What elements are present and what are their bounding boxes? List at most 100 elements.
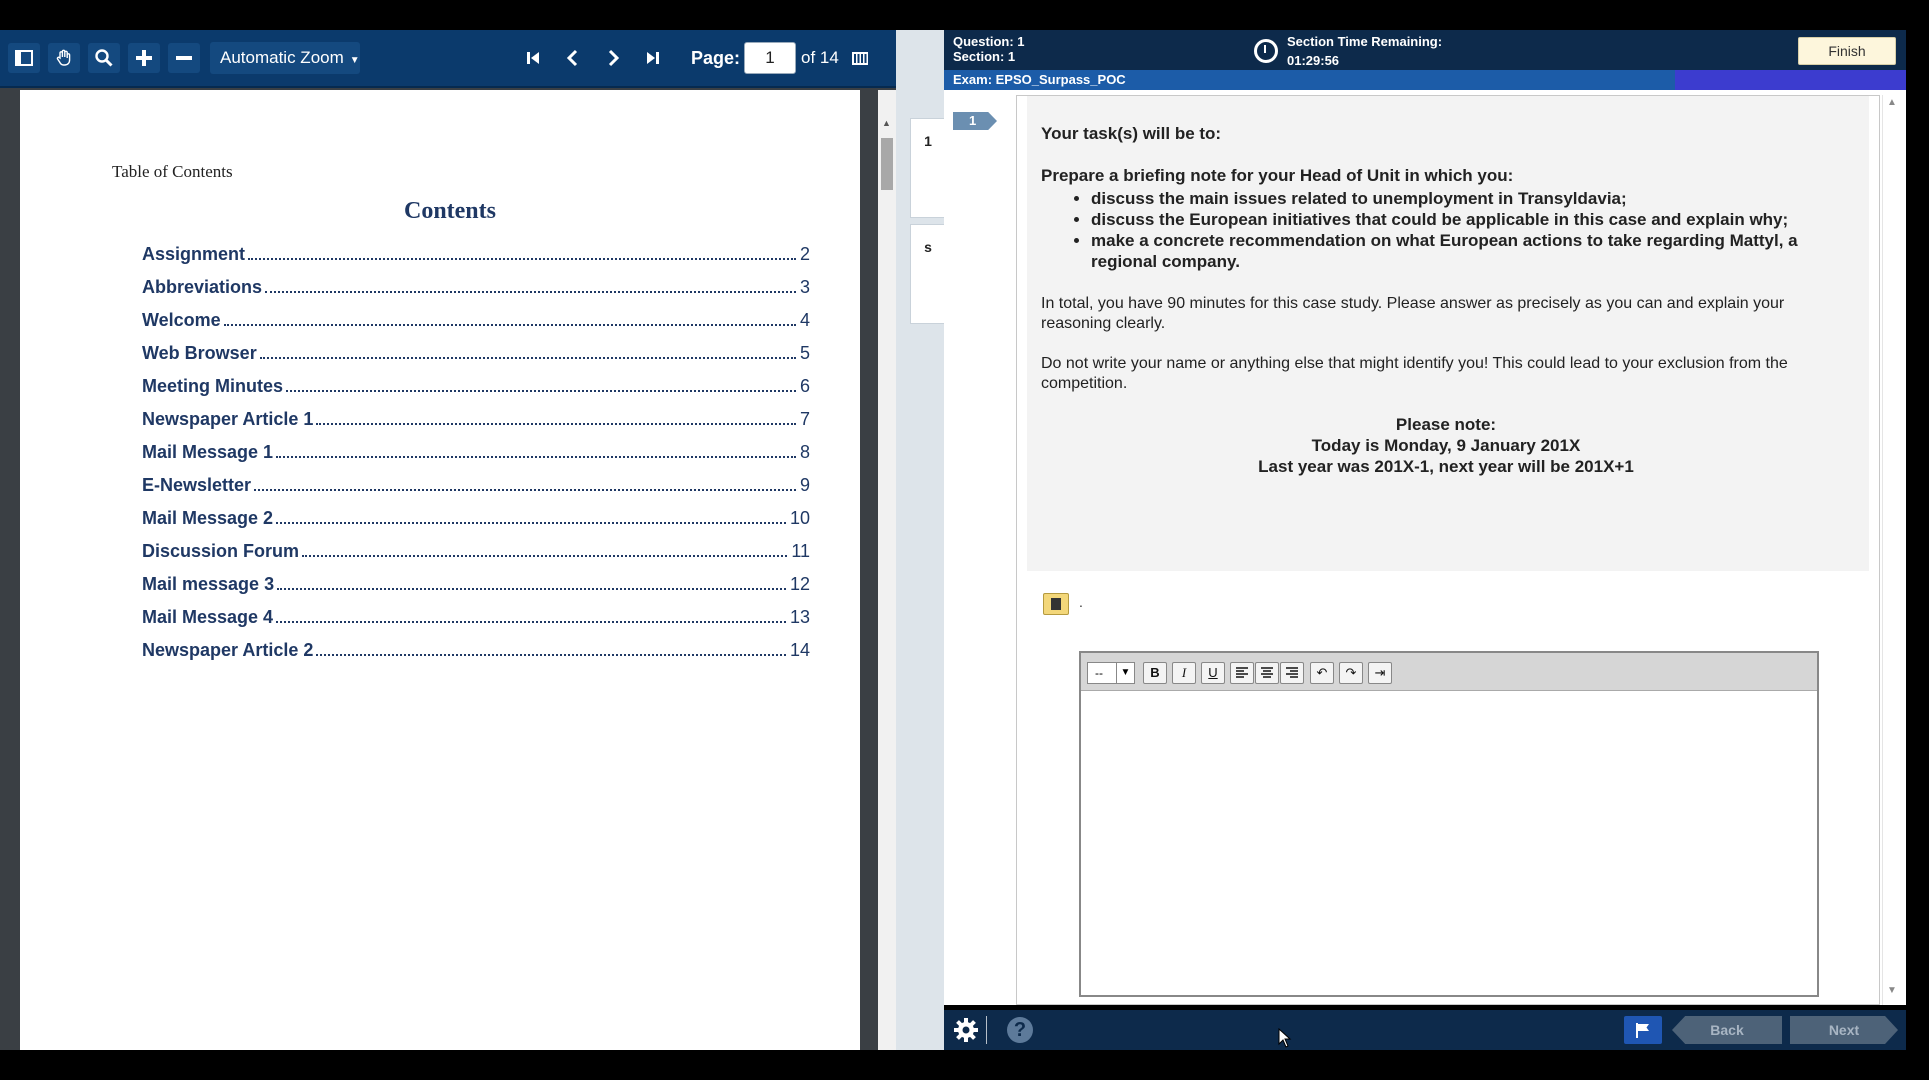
toc-title: Contents xyxy=(403,198,496,224)
exam-header: Question: 1 Section: 1 Section Time Rema… xyxy=(944,30,1906,90)
answer-prompt: . xyxy=(1079,594,1083,610)
next-page-icon[interactable] xyxy=(597,43,629,73)
toc-leader-dots xyxy=(248,258,796,260)
scroll-down-icon[interactable]: ▼ xyxy=(1887,985,1897,996)
toc-entry-title: Abbreviations xyxy=(142,277,266,298)
back-button[interactable]: Back xyxy=(1672,1016,1782,1044)
scrollbar-thumb[interactable] xyxy=(881,138,893,190)
toc-entry-page: 4 xyxy=(799,310,810,330)
task-bullets: discuss the main issues related to unemp… xyxy=(1091,188,1851,272)
align-left-icon[interactable] xyxy=(1230,662,1254,684)
toc-leader-dots xyxy=(276,456,796,458)
section-number-label: Section: 1 xyxy=(953,49,1016,64)
task-bullet: make a concrete recommendation on what E… xyxy=(1091,230,1851,272)
toc-entry-page: 5 xyxy=(799,343,810,363)
help-icon[interactable]: ? xyxy=(1007,1017,1033,1043)
italic-button[interactable]: I xyxy=(1172,662,1196,684)
toc-leader-dots xyxy=(265,291,796,293)
previous-page-icon[interactable] xyxy=(557,43,589,73)
toc-entry-page: 12 xyxy=(789,574,810,594)
editor-toolbar: -- ▼ B I U ↶ ↷ ⇥ xyxy=(1081,653,1817,691)
page-number-input[interactable]: 1 xyxy=(744,42,796,74)
toc-entry-title: Mail Message 1 xyxy=(142,442,277,463)
next-button[interactable]: Next xyxy=(1790,1016,1898,1044)
bold-button[interactable]: B xyxy=(1143,662,1167,684)
toc-entry[interactable]: Welcome 4 xyxy=(142,298,810,331)
timer-value: 01:29:56 xyxy=(1287,53,1340,68)
zoom-in-icon[interactable] xyxy=(128,43,160,73)
toc-leader-dots xyxy=(259,357,796,359)
toc-entry[interactable]: Mail Message 1 8 xyxy=(142,430,810,463)
finish-button[interactable]: Finish xyxy=(1798,37,1896,65)
question-tab-1[interactable]: 1 xyxy=(910,118,946,218)
scroll-up-icon[interactable]: ▲ xyxy=(1887,97,1897,108)
toc-entry[interactable]: Mail Message 4 13 xyxy=(142,595,810,628)
indent-icon[interactable]: ⇥ xyxy=(1368,662,1392,684)
search-icon[interactable] xyxy=(88,43,120,73)
underline-button[interactable]: U xyxy=(1201,662,1225,684)
pdf-toolbar: Automatic Zoom ▼ Page: 1 of 14 xyxy=(0,30,896,88)
undo-icon[interactable]: ↶ xyxy=(1310,662,1334,684)
toc-entry[interactable]: Mail Message 2 10 xyxy=(142,496,810,529)
toc-leader-dots xyxy=(316,423,796,425)
toc-leader-dots xyxy=(302,555,788,557)
sidebar-toggle-icon[interactable] xyxy=(8,43,40,73)
task-bullet: discuss the main issues related to unemp… xyxy=(1091,188,1851,209)
toc-entry-page: 13 xyxy=(789,607,810,627)
answer-text-area[interactable] xyxy=(1081,692,1817,995)
toc-entry-page: 11 xyxy=(791,541,810,561)
pdf-viewer: Automatic Zoom ▼ Page: 1 of 14 Table of … xyxy=(0,30,896,1050)
redo-icon[interactable]: ↷ xyxy=(1339,662,1363,684)
note-title: Please note: xyxy=(1395,415,1497,434)
align-right-icon[interactable] xyxy=(1280,662,1304,684)
toc-entry[interactable]: E-Newsletter 9 xyxy=(142,463,810,496)
toc-entry[interactable]: Web Browser 5 xyxy=(142,331,810,364)
question-tab-strip: 1 s xyxy=(896,30,946,1050)
toc-header-label: Table of Contents xyxy=(112,162,233,181)
toc-leader-dots xyxy=(316,654,786,656)
note-years: Last year was 201X-1, next year will be … xyxy=(1258,457,1634,476)
toc-entry[interactable]: Newspaper Article 2 14 xyxy=(142,628,810,661)
footer-divider xyxy=(986,1016,987,1044)
gear-icon[interactable] xyxy=(952,1016,980,1044)
toc-leader-dots xyxy=(276,621,786,623)
hand-tool-icon[interactable] xyxy=(48,43,80,73)
progress-bar-fill xyxy=(1675,70,1906,90)
question-tab-s[interactable]: s xyxy=(910,224,946,324)
align-center-icon[interactable] xyxy=(1255,662,1279,684)
last-page-icon[interactable] xyxy=(637,43,669,73)
zoom-out-icon[interactable] xyxy=(168,43,200,73)
toc-entry[interactable]: Abbreviations 3 xyxy=(142,265,810,298)
pdf-page: Table of Contents Contents Assignment 2 Ab… xyxy=(20,90,860,1050)
toc-list: Assignment 2 Abbreviations 3 Welcome 4 Web Bro… xyxy=(142,232,810,661)
toc-entry-title: Mail Message 4 xyxy=(142,607,277,628)
toc-entry[interactable]: Mail message 3 12 xyxy=(142,562,810,595)
font-select[interactable]: -- ▼ xyxy=(1087,662,1135,684)
task-intro: Your task(s) will be to: xyxy=(1041,124,1222,143)
zoom-select[interactable]: Automatic Zoom ▼ xyxy=(210,42,360,74)
answer-editor: -- ▼ B I U ↶ ↷ ⇥ xyxy=(1079,651,1819,997)
note-block: Please note: Today is Monday, 9 January … xyxy=(1041,414,1851,477)
toc-entry-title: Welcome xyxy=(142,310,224,331)
book-view-icon[interactable] xyxy=(844,43,876,73)
question-number-badge: 1 xyxy=(953,112,997,130)
flag-button[interactable] xyxy=(1624,1016,1662,1044)
toc-entry[interactable]: Discussion Forum 11 xyxy=(142,529,810,562)
pdf-scrollbar[interactable]: ▲ ▼ xyxy=(878,90,896,1050)
toc-leader-dots xyxy=(277,588,786,590)
first-page-icon[interactable] xyxy=(517,43,549,73)
toc-entry-page: 14 xyxy=(789,640,810,660)
clipboard-icon[interactable] xyxy=(1043,593,1069,615)
scroll-up-icon[interactable]: ▲ xyxy=(882,118,891,128)
exam-scrollbar[interactable]: ▲ ▼ xyxy=(1882,95,1900,1005)
toc-entry-title: Mail message 3 xyxy=(142,574,278,595)
toc-entry[interactable]: Assignment 2 xyxy=(142,232,810,265)
toc-entry[interactable]: Newspaper Article 1 7 xyxy=(142,397,810,430)
toc-entry-page: 8 xyxy=(799,442,810,462)
toc-entry-page: 2 xyxy=(799,244,810,264)
mouse-cursor-icon xyxy=(1278,1028,1292,1048)
task-prepare: Prepare a briefing note for your Head of… xyxy=(1041,166,1514,185)
toc-entry-title: Assignment xyxy=(142,244,249,265)
screen: Automatic Zoom ▼ Page: 1 of 14 Table of … xyxy=(0,0,1929,1080)
toc-entry[interactable]: Meeting Minutes 6 xyxy=(142,364,810,397)
